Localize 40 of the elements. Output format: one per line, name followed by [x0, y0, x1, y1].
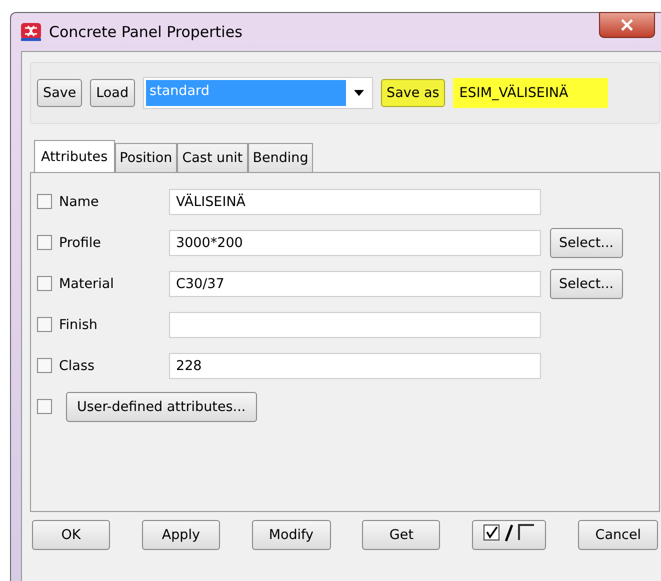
checkbox[interactable]: [37, 317, 52, 332]
select-button[interactable]: Select...: [550, 268, 623, 298]
close-button[interactable]: [599, 12, 655, 38]
checkbox[interactable]: [37, 194, 52, 209]
dialog-button[interactable]: Apply: [142, 520, 220, 550]
tab[interactable]: Position: [114, 143, 178, 172]
field-label: Class: [59, 358, 96, 374]
checkbox[interactable]: [37, 358, 52, 373]
window-title: Concrete Panel Properties: [49, 23, 242, 41]
cancel-button[interactable]: Cancel: [578, 520, 658, 550]
dialog-button[interactable]: OK: [32, 520, 110, 550]
user-defined-attributes-button[interactable]: User-defined attributes...: [66, 392, 257, 422]
preset-value: standard: [146, 80, 346, 106]
load-button[interactable]: Load: [90, 79, 135, 107]
checkbox[interactable]: [37, 235, 52, 250]
text-field[interactable]: 228: [169, 352, 541, 378]
text-field[interactable]: VÄLISEINÄ: [169, 188, 541, 214]
select-button[interactable]: Select...: [550, 228, 623, 258]
tab[interactable]: Attributes: [34, 140, 115, 172]
dialog-button[interactable]: Modify: [252, 520, 331, 550]
text-field[interactable]: 3000*200: [169, 230, 541, 256]
checkbox[interactable]: [37, 399, 52, 414]
text-field[interactable]: [169, 312, 541, 338]
checkbox[interactable]: [37, 276, 52, 291]
dropdown-arrow-icon: [354, 90, 364, 96]
tab[interactable]: Bending: [248, 143, 314, 172]
toggle-checkboxes-button[interactable]: [472, 520, 546, 550]
field-label: Finish: [59, 316, 98, 332]
save-as-button[interactable]: Save as: [380, 79, 446, 107]
text-field[interactable]: C30/37: [169, 270, 541, 296]
tab[interactable]: Cast unit: [177, 143, 248, 172]
close-icon: [620, 19, 634, 31]
field-label: Name: [59, 194, 100, 210]
app-logo-icon: [21, 23, 41, 41]
save-button[interactable]: Save: [37, 79, 82, 107]
field-label: Material: [59, 276, 115, 292]
field-label: Profile: [59, 234, 102, 250]
dialog-button[interactable]: Get: [362, 520, 440, 550]
save-as-name-field[interactable]: ESIM_VÄLISEINÄ: [453, 78, 608, 108]
check-uncheck-icon: [483, 523, 536, 543]
